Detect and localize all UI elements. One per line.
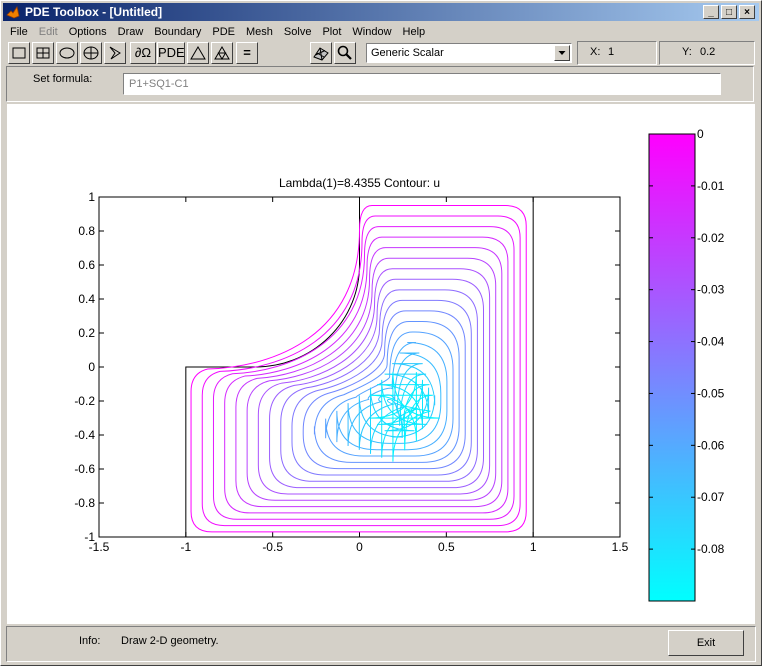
y-tick-label: 0	[88, 360, 95, 374]
contour-line	[313, 320, 460, 463]
draw-centered-ellipse-button[interactable]	[80, 42, 102, 64]
window-title: PDE Toolbox - [Untitled]	[25, 5, 163, 19]
menu-pde[interactable]: PDE	[207, 23, 241, 41]
boundary-mode-button[interactable]: ∂Ω	[130, 42, 156, 64]
y-tick-label: 0.6	[78, 258, 95, 272]
magnifier-icon	[337, 45, 352, 60]
info-label: Info:	[79, 635, 101, 647]
y-tick-label: 0.4	[78, 292, 95, 306]
info-text: Draw 2-D geometry.	[121, 635, 219, 647]
y-label: Y:	[682, 46, 692, 58]
solve-label: =	[243, 45, 251, 60]
menu-boundary[interactable]: Boundary	[149, 23, 207, 41]
menu-draw[interactable]: Draw	[113, 23, 150, 41]
pde-label: PDE	[158, 45, 185, 60]
y-value: 0.2	[700, 46, 716, 58]
contour-line	[246, 257, 497, 501]
menu-file[interactable]: File	[5, 23, 34, 41]
centered-ellipse-icon	[83, 46, 99, 60]
solve-button[interactable]: =	[236, 42, 258, 64]
menu-help[interactable]: Help	[398, 23, 432, 41]
initialize-mesh-button[interactable]	[187, 42, 209, 64]
triangle-mesh-icon	[190, 46, 206, 60]
set-formula-label: Set formula:	[33, 73, 93, 85]
colorbar	[648, 133, 696, 602]
colorbar-tick-label: -0.04	[697, 335, 725, 349]
draw-rectangle-button[interactable]	[8, 42, 30, 64]
y-tick-label: 1	[88, 190, 95, 204]
draw-centered-rectangle-button[interactable]	[32, 42, 54, 64]
boundary-mode-label: ∂Ω	[134, 45, 152, 60]
colorbar-tick-label: -0.05	[697, 386, 725, 400]
x-tick-label: -1	[180, 540, 191, 554]
contour-line	[369, 372, 440, 462]
zoom-button[interactable]	[334, 42, 356, 64]
matlab-logo-icon	[6, 5, 20, 19]
contour-line	[190, 205, 527, 533]
refined-mesh-icon	[214, 46, 230, 60]
y-tick-label: 0.2	[78, 326, 95, 340]
menu-bar: File Edit Options Draw Boundary PDE Mesh…	[5, 23, 431, 41]
plot-solution-button[interactable]	[310, 42, 332, 64]
y-tick-label: -0.8	[74, 496, 95, 510]
refine-mesh-button[interactable]	[211, 42, 233, 64]
colorbar-tick-label: -0.01	[697, 179, 725, 193]
colorbar-tick-label: -0.03	[697, 283, 725, 297]
contour-chart[interactable]: Lambda(1)=8.4355 Contour: u-1.5 -1 -0.5 0 0.…	[7, 104, 755, 624]
draw-ellipse-button[interactable]	[56, 42, 78, 64]
menu-options[interactable]: Options	[64, 23, 113, 41]
x-tick-label: 0	[356, 540, 363, 554]
x-label: X:	[590, 46, 601, 58]
status-panel: Info: Draw 2-D geometry.	[6, 626, 756, 662]
contour-line	[280, 289, 478, 482]
minimize-button[interactable]: _	[703, 5, 719, 19]
y-coordinate-display: Y: 0.2	[659, 41, 755, 65]
draw-polygon-button[interactable]	[104, 42, 126, 64]
menu-plot[interactable]: Plot	[317, 23, 347, 41]
centered-rectangle-icon	[36, 47, 50, 59]
menu-edit[interactable]: Edit	[34, 23, 64, 41]
chart-title: Lambda(1)=8.4355 Contour: u	[279, 176, 440, 190]
contour-line	[257, 268, 491, 495]
pde-specification-button[interactable]: PDE	[157, 42, 185, 64]
x-tick-label: -0.5	[262, 540, 283, 554]
x-tick-label: 1	[530, 540, 537, 554]
menu-window[interactable]: Window	[347, 23, 397, 41]
menu-solve[interactable]: Solve	[279, 23, 318, 41]
formula-panel: Set formula: P1+SQ1-C1	[6, 66, 754, 102]
x-value: 1	[608, 46, 615, 58]
exit-button[interactable]: Exit	[668, 630, 744, 656]
y-tick-label: -1	[84, 530, 95, 544]
application-select[interactable]: Generic Scalar	[366, 43, 572, 63]
application-select-value: Generic Scalar	[371, 47, 444, 59]
x-tick-label: 1.5	[612, 540, 629, 554]
surface-plot-icon	[313, 47, 329, 61]
menu-mesh[interactable]: Mesh	[241, 23, 279, 41]
y-tick-label: -0.6	[74, 462, 95, 476]
ellipse-icon	[59, 47, 75, 59]
set-formula-input[interactable]: P1+SQ1-C1	[123, 73, 721, 95]
maximize-button[interactable]: □	[721, 5, 737, 19]
colorbar-tick-label: 0	[697, 127, 704, 141]
contour-line	[377, 379, 430, 458]
rectangle-icon	[12, 47, 26, 59]
colorbar-tick-label: -0.08	[697, 542, 725, 556]
title-bar[interactable]: PDE Toolbox - [Untitled] _ □ ×	[3, 3, 759, 21]
colorbar-tick-label: -0.06	[697, 438, 725, 452]
y-tick-label: 0.8	[78, 224, 95, 238]
contour-line	[201, 215, 521, 527]
x-tick-label: 0.5	[438, 540, 455, 554]
polygon-icon	[109, 46, 121, 60]
plot-area[interactable]: Lambda(1)=8.4355 Contour: u -1.5 -1 -0.5 0 0.…	[7, 104, 755, 624]
y-tick-label: -0.2	[74, 394, 95, 408]
y-tick-label: -0.4	[74, 428, 95, 442]
colorbar-tick-label: -0.07	[697, 490, 725, 504]
x-coordinate-display: X: 1	[577, 41, 657, 65]
colorbar-tick-label: -0.02	[697, 231, 725, 245]
dropdown-arrow-icon[interactable]	[554, 45, 570, 61]
close-button[interactable]: ×	[739, 5, 755, 19]
